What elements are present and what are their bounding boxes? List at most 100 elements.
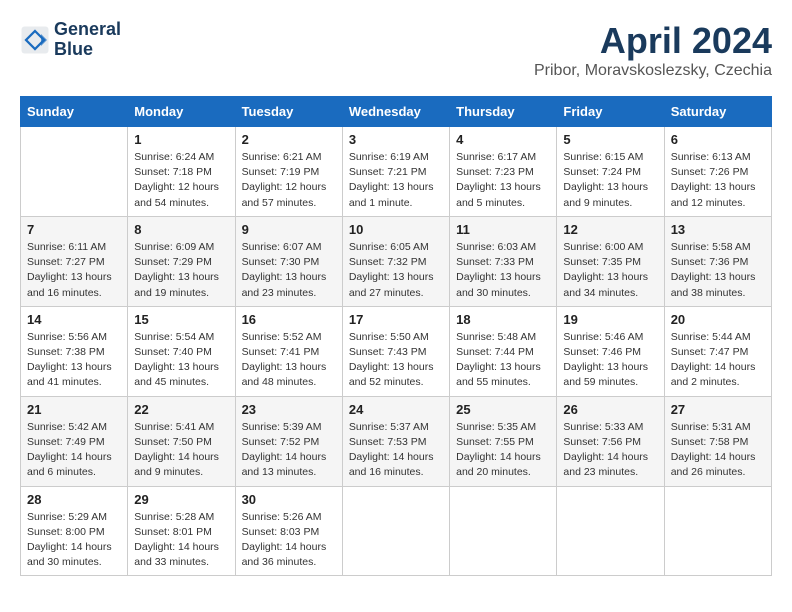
day-number: 21: [27, 402, 121, 417]
calendar-cell: 27Sunrise: 5:31 AM Sunset: 7:58 PM Dayli…: [664, 396, 771, 486]
day-number: 8: [134, 222, 228, 237]
day-info: Sunrise: 5:52 AM Sunset: 7:41 PM Dayligh…: [242, 330, 336, 391]
calendar-cell: [664, 486, 771, 576]
day-info: Sunrise: 5:37 AM Sunset: 7:53 PM Dayligh…: [349, 420, 443, 481]
week-row-2: 7Sunrise: 6:11 AM Sunset: 7:27 PM Daylig…: [21, 216, 772, 306]
day-info: Sunrise: 5:28 AM Sunset: 8:01 PM Dayligh…: [134, 510, 228, 571]
calendar-cell: 25 Sunrise: 5:35 AM Sunset: 7:55 PM Dayli…: [450, 396, 557, 486]
calendar-cell: [557, 486, 664, 576]
calendar-cell: 30Sunrise: 5:26 AM Sunset: 8:03 PM Dayli…: [235, 486, 342, 576]
calendar-cell: 11 Sunrise: 6:03 AM Sunset: 7:33 PM Dayli…: [450, 216, 557, 306]
calendar-cell: 19Sunrise: 5:46 AM Sunset: 7:46 PM Dayli…: [557, 306, 664, 396]
day-number: 2: [242, 132, 336, 147]
calendar-cell: 24 Sunrise: 5:37 AM Sunset: 7:53 PM Dayli…: [342, 396, 449, 486]
day-number: 9: [242, 222, 336, 237]
day-info: Sunrise: 6:21 AM Sunset: 7:19 PM Dayligh…: [242, 150, 336, 211]
calendar-cell: [342, 486, 449, 576]
day-info: Sunrise: 5:58 AM Sunset: 7:36 PM Dayligh…: [671, 240, 765, 301]
day-number: 1: [134, 132, 228, 147]
day-info: Sunrise: 5:33 AM Sunset: 7:56 PM Dayligh…: [563, 420, 657, 481]
day-info: Sunrise: 6:24 AM Sunset: 7:18 PM Dayligh…: [134, 150, 228, 211]
day-info: Sunrise: 5:56 AM Sunset: 7:38 PM Dayligh…: [27, 330, 121, 391]
calendar-cell: 29 Sunrise: 5:28 AM Sunset: 8:01 PM Dayli…: [128, 486, 235, 576]
day-number: 15: [134, 312, 228, 327]
day-header-thursday: Thursday: [450, 97, 557, 127]
day-info: Sunrise: 6:11 AM Sunset: 7:27 PM Dayligh…: [27, 240, 121, 301]
calendar-cell: 28Sunrise: 5:29 AM Sunset: 8:00 PM Dayli…: [21, 486, 128, 576]
day-header-tuesday: Tuesday: [235, 97, 342, 127]
calendar-cell: 9Sunrise: 6:07 AM Sunset: 7:30 PM Daylig…: [235, 216, 342, 306]
calendar-cell: 3 Sunrise: 6:19 AM Sunset: 7:21 PM Daylig…: [342, 127, 449, 217]
day-number: 24: [349, 402, 443, 417]
day-number: 4: [456, 132, 550, 147]
day-info: Sunrise: 5:39 AM Sunset: 7:52 PM Dayligh…: [242, 420, 336, 481]
day-header-monday: Monday: [128, 97, 235, 127]
calendar-cell: 16 Sunrise: 5:52 AM Sunset: 7:41 PM Dayli…: [235, 306, 342, 396]
week-row-3: 14Sunrise: 5:56 AM Sunset: 7:38 PM Dayli…: [21, 306, 772, 396]
day-info: Sunrise: 6:19 AM Sunset: 7:21 PM Dayligh…: [349, 150, 443, 211]
day-number: 5: [563, 132, 657, 147]
week-row-5: 28Sunrise: 5:29 AM Sunset: 8:00 PM Dayli…: [21, 486, 772, 576]
calendar-cell: 5 Sunrise: 6:15 AM Sunset: 7:24 PM Daylig…: [557, 127, 664, 217]
day-info: Sunrise: 6:03 AM Sunset: 7:33 PM Dayligh…: [456, 240, 550, 301]
day-header-sunday: Sunday: [21, 97, 128, 127]
day-info: Sunrise: 6:09 AM Sunset: 7:29 PM Dayligh…: [134, 240, 228, 301]
day-info: Sunrise: 5:48 AM Sunset: 7:44 PM Dayligh…: [456, 330, 550, 391]
calendar-cell: 4 Sunrise: 6:17 AM Sunset: 7:23 PM Daylig…: [450, 127, 557, 217]
page-header: General Blue April 2024 Pribor, Moravsko…: [20, 20, 772, 80]
day-info: Sunrise: 6:00 AM Sunset: 7:35 PM Dayligh…: [563, 240, 657, 301]
calendar-cell: 17 Sunrise: 5:50 AM Sunset: 7:43 PM Dayli…: [342, 306, 449, 396]
logo-line2: Blue: [54, 40, 121, 60]
calendar-cell: 2 Sunrise: 6:21 AM Sunset: 7:19 PM Daylig…: [235, 127, 342, 217]
calendar-cell: 22 Sunrise: 5:41 AM Sunset: 7:50 PM Dayli…: [128, 396, 235, 486]
day-number: 18: [456, 312, 550, 327]
week-row-4: 21 Sunrise: 5:42 AM Sunset: 7:49 PM Dayli…: [21, 396, 772, 486]
day-header-friday: Friday: [557, 97, 664, 127]
calendar-cell: 14Sunrise: 5:56 AM Sunset: 7:38 PM Dayli…: [21, 306, 128, 396]
calendar-cell: [450, 486, 557, 576]
day-info: Sunrise: 5:41 AM Sunset: 7:50 PM Dayligh…: [134, 420, 228, 481]
days-header-row: SundayMondayTuesdayWednesdayThursdayFrid…: [21, 97, 772, 127]
calendar-cell: 1 Sunrise: 6:24 AM Sunset: 7:18 PM Daylig…: [128, 127, 235, 217]
day-number: 23: [242, 402, 336, 417]
day-number: 27: [671, 402, 765, 417]
day-number: 16: [242, 312, 336, 327]
day-number: 28: [27, 492, 121, 507]
day-number: 20: [671, 312, 765, 327]
day-number: 13: [671, 222, 765, 237]
calendar-cell: 12 Sunrise: 6:00 AM Sunset: 7:35 PM Dayli…: [557, 216, 664, 306]
day-number: 10: [349, 222, 443, 237]
day-info: Sunrise: 6:15 AM Sunset: 7:24 PM Dayligh…: [563, 150, 657, 211]
day-number: 12: [563, 222, 657, 237]
location: Pribor, Moravskoslezsky, Czechia: [534, 62, 772, 80]
calendar-cell: 6Sunrise: 6:13 AM Sunset: 7:26 PM Daylig…: [664, 127, 771, 217]
week-row-1: 1 Sunrise: 6:24 AM Sunset: 7:18 PM Daylig…: [21, 127, 772, 217]
day-number: 25: [456, 402, 550, 417]
day-info: Sunrise: 5:50 AM Sunset: 7:43 PM Dayligh…: [349, 330, 443, 391]
day-info: Sunrise: 6:17 AM Sunset: 7:23 PM Dayligh…: [456, 150, 550, 211]
calendar-cell: 15 Sunrise: 5:54 AM Sunset: 7:40 PM Dayli…: [128, 306, 235, 396]
calendar-cell: [21, 127, 128, 217]
calendar-cell: 8 Sunrise: 6:09 AM Sunset: 7:29 PM Daylig…: [128, 216, 235, 306]
day-number: 3: [349, 132, 443, 147]
day-header-saturday: Saturday: [664, 97, 771, 127]
day-number: 19: [563, 312, 657, 327]
calendar-cell: 23 Sunrise: 5:39 AM Sunset: 7:52 PM Dayli…: [235, 396, 342, 486]
day-number: 11: [456, 222, 550, 237]
day-info: Sunrise: 5:42 AM Sunset: 7:49 PM Dayligh…: [27, 420, 121, 481]
day-info: Sunrise: 6:05 AM Sunset: 7:32 PM Dayligh…: [349, 240, 443, 301]
month-title: April 2024: [534, 20, 772, 62]
day-info: Sunrise: 5:54 AM Sunset: 7:40 PM Dayligh…: [134, 330, 228, 391]
calendar-table: SundayMondayTuesdayWednesdayThursdayFrid…: [20, 96, 772, 576]
calendar-cell: 18 Sunrise: 5:48 AM Sunset: 7:44 PM Dayli…: [450, 306, 557, 396]
calendar-cell: 7Sunrise: 6:11 AM Sunset: 7:27 PM Daylig…: [21, 216, 128, 306]
day-info: Sunrise: 5:44 AM Sunset: 7:47 PM Dayligh…: [671, 330, 765, 391]
calendar-cell: 10 Sunrise: 6:05 AM Sunset: 7:32 PM Dayli…: [342, 216, 449, 306]
day-info: Sunrise: 5:35 AM Sunset: 7:55 PM Dayligh…: [456, 420, 550, 481]
title-area: April 2024 Pribor, Moravskoslezsky, Czec…: [534, 20, 772, 80]
day-number: 22: [134, 402, 228, 417]
day-number: 17: [349, 312, 443, 327]
logo-line1: General: [54, 20, 121, 40]
day-number: 26: [563, 402, 657, 417]
day-number: 29: [134, 492, 228, 507]
